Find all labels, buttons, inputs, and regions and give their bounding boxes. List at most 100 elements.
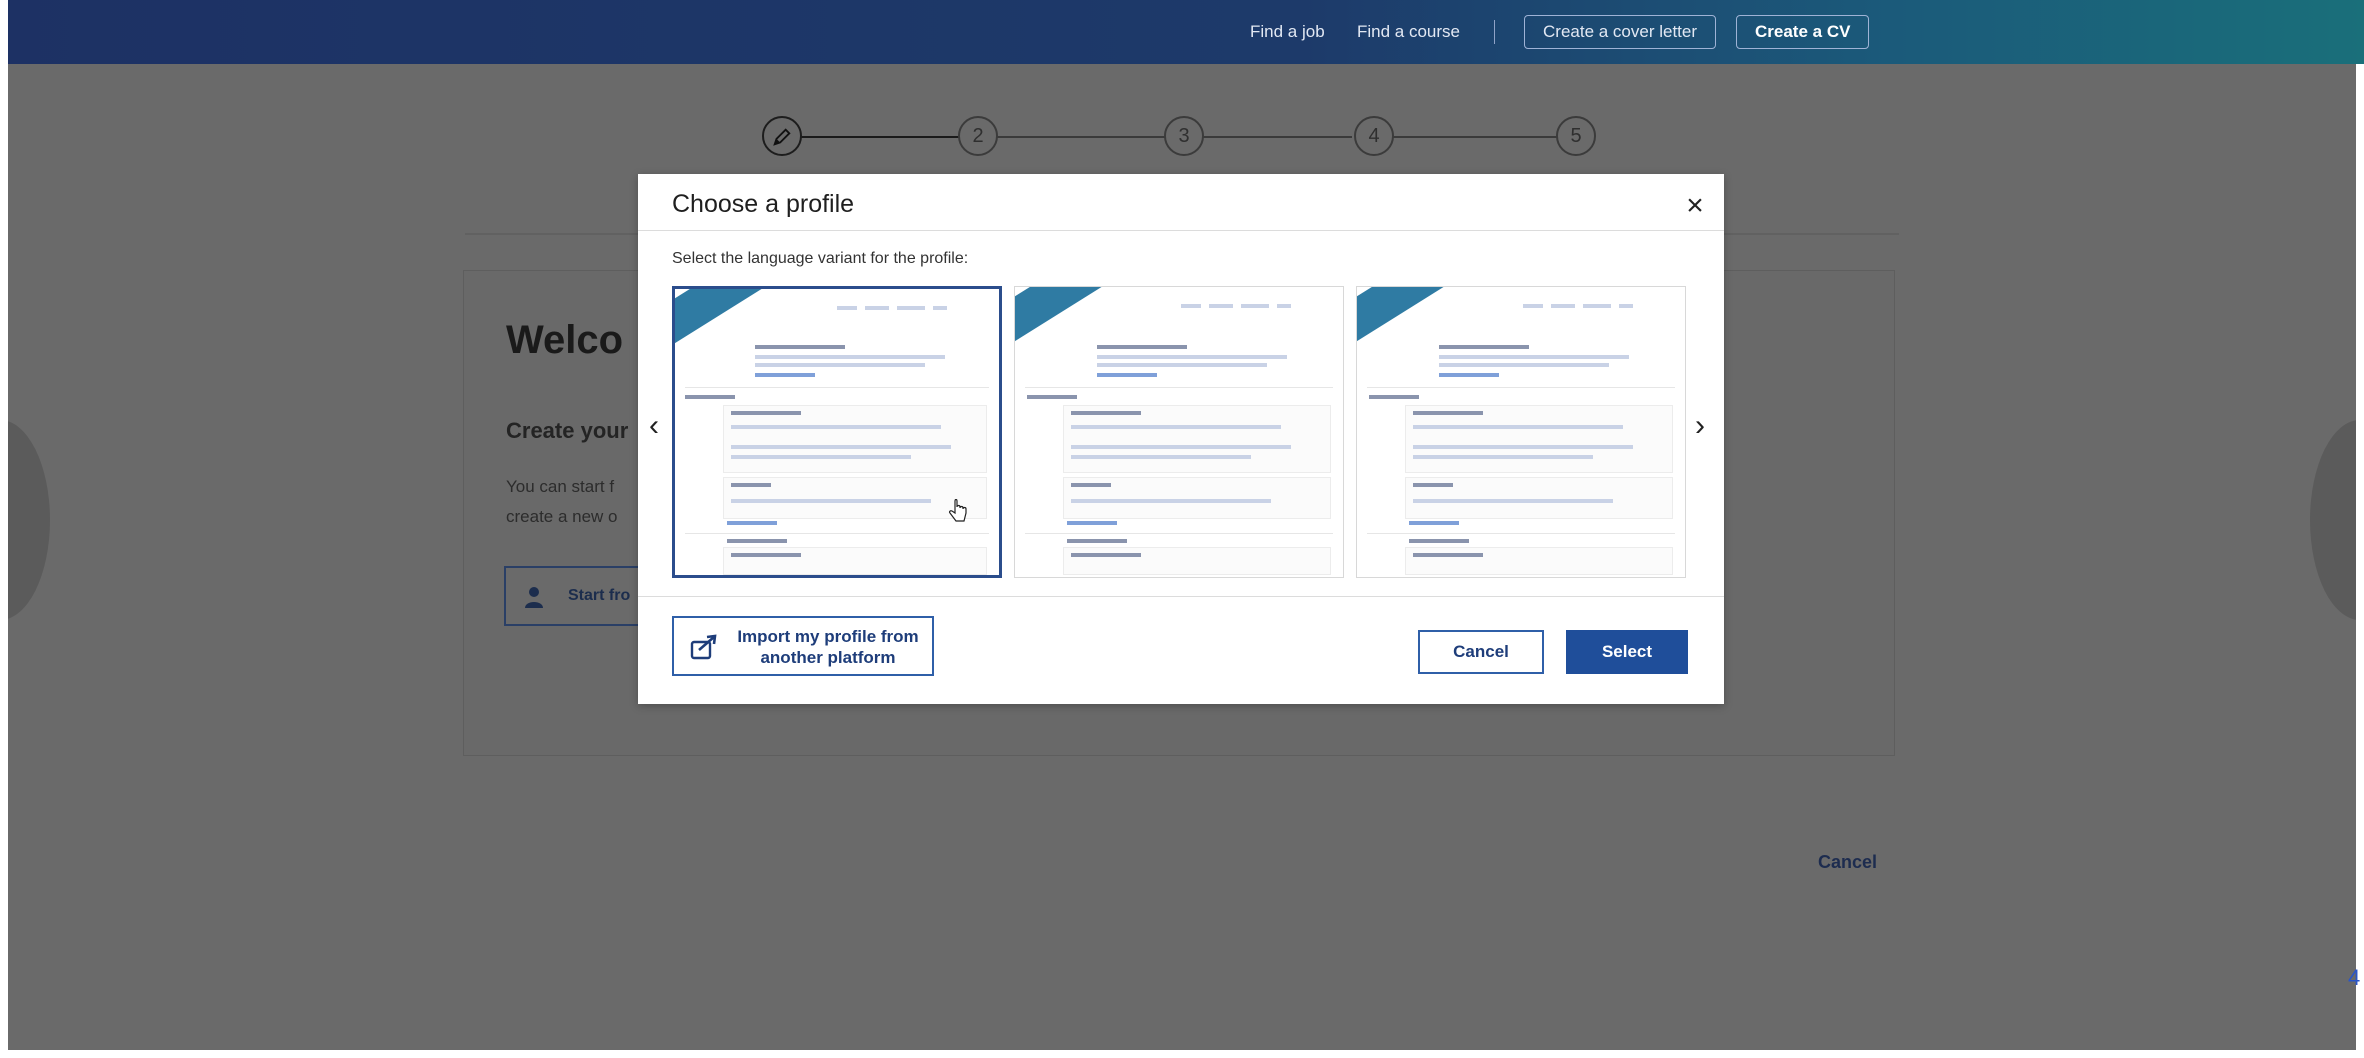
preview-link [1067,521,1117,525]
preview-text [1413,553,1483,557]
profile-card-german[interactable]: German [1356,286,1686,578]
profile-card-spanish[interactable]: Spanish [1014,286,1344,578]
find-course-link[interactable]: Find a course [1357,18,1460,46]
preview-text [755,363,925,367]
preview-text [685,395,735,399]
preview-link [727,521,777,525]
dialog-footer-divider [638,596,1724,597]
step-connector [1392,136,1564,138]
preview-text [731,411,801,415]
preview-text [1413,455,1593,459]
preview-text [1071,425,1281,429]
preview-text [1413,445,1633,449]
language-ribbon: Spanish [1015,287,1155,397]
chevron-left-icon[interactable]: ‹ [642,406,666,446]
import-profile-button[interactable]: Import my profile from another platform [672,616,934,676]
preview-text [1071,553,1141,557]
preview-text [1439,355,1629,359]
cancel-button[interactable]: Cancel [1418,630,1544,674]
preview-text [727,539,787,543]
preview-panel [723,547,987,575]
preview-divider [685,387,989,388]
preview-text [1439,345,1529,349]
preview-text [1097,355,1287,359]
preview-link [755,373,815,377]
preview-text [1413,425,1623,429]
preview-text [1413,499,1613,503]
start-from-label: Start fro [568,587,631,604]
preview-link [1409,521,1459,525]
preview-panel [1405,405,1673,473]
preview-text [1071,411,1141,415]
step-3[interactable]: 3 [1164,116,1204,156]
create-heading: Create your [506,418,629,443]
preview-text [1439,363,1609,367]
dialog-title: Choose a profile [672,190,855,218]
preview-text [1027,395,1077,399]
preview-text [1409,539,1469,543]
step-connector [996,136,1166,138]
welcome-title: Welco [506,318,624,362]
chevron-right-icon[interactable]: › [1688,406,1712,446]
preview-text [1071,499,1271,503]
preview-divider [685,533,989,534]
dialog-divider [638,230,1724,231]
preview-toolbar [1173,295,1333,308]
start-from-button[interactable]: Start fro [504,566,642,626]
preview-divider [1367,533,1675,534]
page-cancel-link[interactable]: Cancel [1818,852,1877,873]
preview-text [731,445,951,449]
welcome-body: You can start f create a new o [506,472,618,532]
preview-text [731,483,771,487]
bottom-margin [0,1050,2364,1058]
step-connector [1202,136,1352,138]
preview-text [755,345,845,349]
preview-text [1413,411,1483,415]
create-cv-button[interactable]: Create a CV [1736,15,1870,49]
import-profile-label: Import my profile from another platform [737,627,919,667]
hand-cursor-icon [949,499,967,522]
import-icon [690,634,717,660]
preview-panel [1405,547,1673,575]
preview-link [1439,373,1499,377]
pencil-icon [773,128,791,146]
preview-text [1413,483,1453,487]
user-icon [525,587,543,608]
create-cover-letter-button[interactable]: Create a cover letter [1524,15,1717,49]
profile-card-english[interactable]: English [672,286,1002,578]
find-job-link[interactable]: Find a job [1250,18,1325,46]
choose-profile-dialog: Choose a profile × Select the language v… [638,174,1724,704]
top-navigation: Find a job Find a course Create a cover … [0,0,2364,64]
preview-text [731,499,931,503]
preview-divider [1025,533,1333,534]
preview-panel [723,405,987,473]
preview-text [1369,395,1419,399]
preview-text [731,553,801,557]
language-ribbon: English [675,289,815,399]
preview-text [1067,539,1127,543]
step-5[interactable]: 5 [1556,116,1596,156]
language-ribbon: German [1357,287,1497,397]
preview-text [731,425,941,429]
preview-text [755,355,945,359]
step-4[interactable]: 4 [1354,116,1394,156]
preview-text [1071,483,1111,487]
preview-toolbar [1515,295,1675,308]
select-button[interactable]: Select [1566,630,1688,674]
left-margin [0,0,8,1058]
step-connector [800,136,976,138]
preview-text [1097,345,1187,349]
preview-divider [1367,387,1675,388]
welcome-body-line: You can start f [506,477,615,496]
preview-panel [1063,405,1331,473]
dialog-subtitle: Select the language variant for the prof… [672,250,969,267]
right-margin [2356,64,2364,1058]
preview-divider [1025,387,1333,388]
preview-link [1097,373,1157,377]
step-2[interactable]: 2 [958,116,998,156]
preview-toolbar [829,297,989,310]
step-1-pencil[interactable] [762,116,802,156]
preview-text [1097,363,1267,367]
nav-divider [1494,20,1495,44]
close-icon[interactable]: × [1680,188,1710,224]
